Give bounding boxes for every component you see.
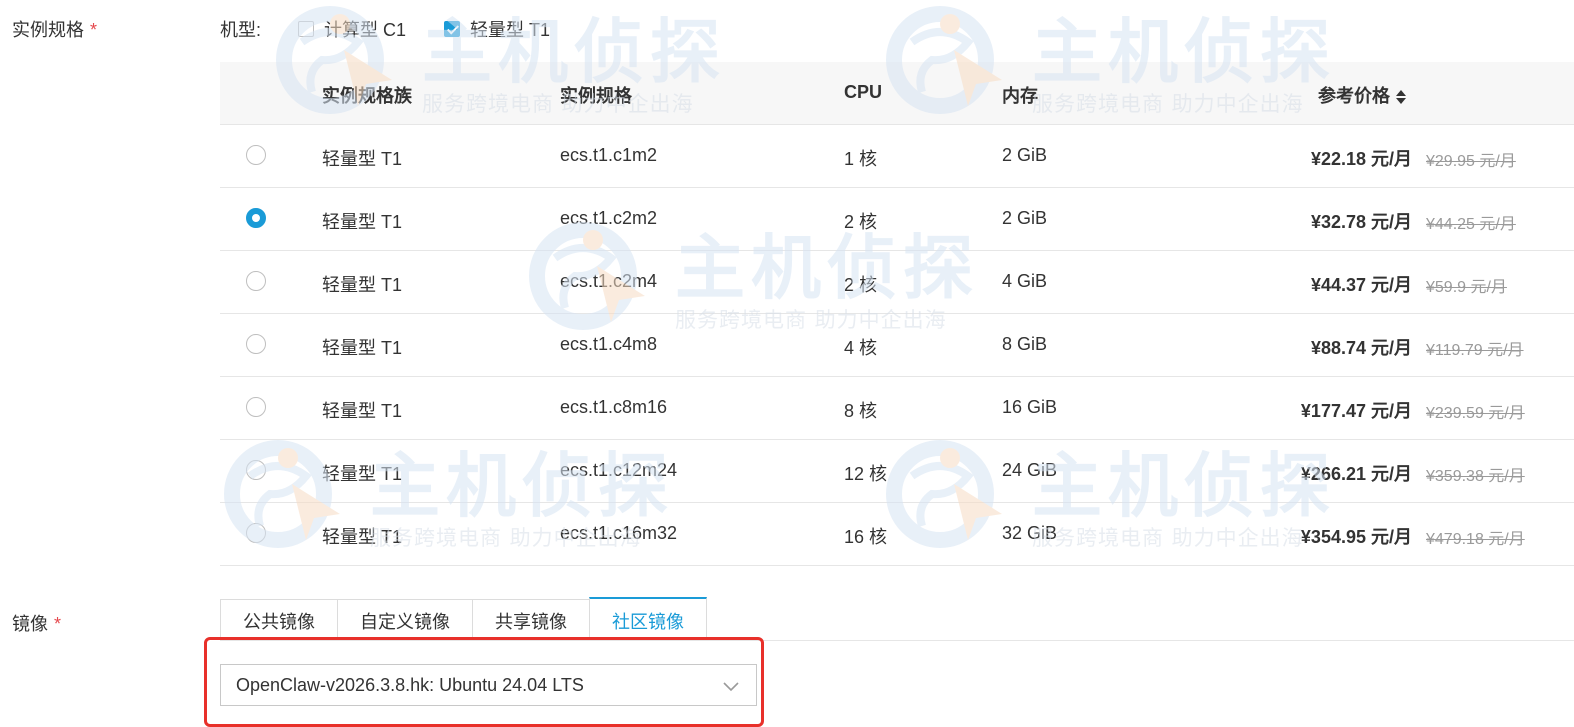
cell-memory: 2 GiB [1002, 145, 1048, 165]
cell-price: ¥32.78 元/月 [1310, 212, 1412, 232]
type-filter-compute-c1-checkbox[interactable]: 计算型 C1 [298, 16, 406, 42]
cell-price: ¥354.95 元/月 [1300, 527, 1412, 547]
cell-family: 轻量型 T1 [322, 464, 403, 484]
row-radio[interactable] [246, 271, 266, 291]
cell-cpu: 16 核 [844, 527, 888, 547]
row-radio[interactable] [246, 523, 266, 543]
table-header: 实例规格族 实例规格 CPU 内存 参考价格 [220, 62, 1574, 125]
cell-price: ¥266.21 元/月 [1300, 464, 1412, 484]
highlight-box [204, 637, 764, 727]
tab-shared-image[interactable]: 共享镜像 [472, 599, 590, 640]
cell-cpu: 8 核 [844, 401, 878, 421]
cell-original-price: ¥29.95 元/月 [1426, 153, 1516, 170]
tab-public-image[interactable]: 公共镜像 [220, 599, 338, 640]
cell-cpu: 1 核 [844, 149, 878, 169]
image-tabs: 公共镜像 自定义镜像 共享镜像 社区镜像 [220, 597, 707, 641]
row-radio[interactable] [246, 208, 266, 228]
tab-community-image[interactable]: 社区镜像 [589, 597, 707, 640]
cell-memory: 4 GiB [1002, 271, 1048, 291]
row-radio[interactable] [246, 460, 266, 480]
cell-family: 轻量型 T1 [322, 527, 403, 547]
cell-spec: ecs.t1.c1m2 [560, 145, 658, 165]
cell-memory: 16 GiB [1002, 397, 1058, 417]
table-row[interactable]: 轻量型 T1 ecs.t1.c2m4 2 核 4 GiB ¥44.37 元/月 … [220, 251, 1574, 314]
cell-original-price: ¥239.59 元/月 [1426, 405, 1525, 422]
table-row[interactable]: 轻量型 T1 ecs.t1.c1m2 1 核 2 GiB ¥22.18 元/月 … [220, 125, 1574, 188]
table-row[interactable]: 轻量型 T1 ecs.t1.c12m24 12 核 24 GiB ¥266.21… [220, 440, 1574, 503]
tab-custom-image[interactable]: 自定义镜像 [337, 599, 473, 640]
cell-spec: ecs.t1.c4m8 [560, 334, 658, 354]
cell-original-price: ¥44.25 元/月 [1426, 216, 1516, 233]
cell-spec: ecs.t1.c2m4 [560, 271, 658, 291]
table-row[interactable]: 轻量型 T1 ecs.t1.c16m32 16 核 32 GiB ¥354.95… [220, 503, 1574, 566]
cell-memory: 24 GiB [1002, 460, 1058, 480]
image-field-label: 镜像 * [12, 614, 62, 634]
cell-cpu: 2 核 [844, 275, 878, 295]
cell-cpu: 2 核 [844, 212, 878, 232]
header-spec: 实例规格 [560, 86, 632, 106]
header-memory: 内存 [1002, 86, 1038, 106]
cell-price: ¥22.18 元/月 [1310, 149, 1412, 169]
cell-price: ¥88.74 元/月 [1310, 338, 1412, 358]
cell-memory: 8 GiB [1002, 334, 1048, 354]
cell-cpu: 12 核 [844, 464, 888, 484]
cell-spec: ecs.t1.c2m2 [560, 208, 658, 228]
sort-icon[interactable] [1396, 89, 1406, 105]
cell-spec: ecs.t1.c12m24 [560, 460, 678, 480]
instance-spec-table: 实例规格族 实例规格 CPU 内存 参考价格 轻量型 T1 ecs.t1.c1m… [220, 62, 1574, 566]
machine-type-label: 机型: [220, 20, 262, 40]
cell-spec: ecs.t1.c8m16 [560, 397, 668, 417]
checkbox-label: 轻量型 T1 [470, 20, 551, 40]
cell-family: 轻量型 T1 [322, 149, 403, 169]
cell-family: 轻量型 T1 [322, 212, 403, 232]
cell-cpu: 4 核 [844, 338, 878, 358]
cell-price: ¥177.47 元/月 [1300, 401, 1412, 421]
table-row[interactable]: 轻量型 T1 ecs.t1.c2m2 2 核 2 GiB ¥32.78 元/月 … [220, 188, 1574, 251]
cell-original-price: ¥479.18 元/月 [1426, 531, 1525, 548]
cell-original-price: ¥119.79 元/月 [1426, 342, 1524, 359]
spec-field-label: 实例规格 * [12, 20, 98, 40]
cell-memory: 2 GiB [1002, 208, 1048, 228]
table-row[interactable]: 轻量型 T1 ecs.t1.c8m16 8 核 16 GiB ¥177.47 元… [220, 377, 1574, 440]
checkbox-box-checked[interactable] [444, 21, 460, 37]
type-filter-light-t1-checkbox[interactable]: 轻量型 T1 [444, 16, 550, 42]
cell-original-price: ¥359.38 元/月 [1426, 468, 1525, 485]
cell-family: 轻量型 T1 [322, 275, 403, 295]
checkbox-box[interactable] [298, 21, 314, 37]
row-radio[interactable] [246, 397, 266, 417]
row-radio[interactable] [246, 334, 266, 354]
header-price-sort[interactable]: 参考价格 [1318, 82, 1406, 108]
cell-spec: ecs.t1.c16m32 [560, 523, 678, 543]
required-mark: * [90, 20, 98, 40]
cell-price: ¥44.37 元/月 [1310, 275, 1412, 295]
header-cpu: CPU [844, 82, 883, 102]
checkbox-label: 计算型 C1 [324, 20, 407, 40]
table-row[interactable]: 轻量型 T1 ecs.t1.c4m8 4 核 8 GiB ¥88.74 元/月 … [220, 314, 1574, 377]
header-family: 实例规格族 [322, 86, 412, 106]
cell-family: 轻量型 T1 [322, 338, 403, 358]
cell-original-price: ¥59.9 元/月 [1426, 279, 1507, 296]
cell-family: 轻量型 T1 [322, 401, 403, 421]
required-mark: * [54, 614, 62, 634]
row-radio[interactable] [246, 145, 266, 165]
cell-memory: 32 GiB [1002, 523, 1058, 543]
